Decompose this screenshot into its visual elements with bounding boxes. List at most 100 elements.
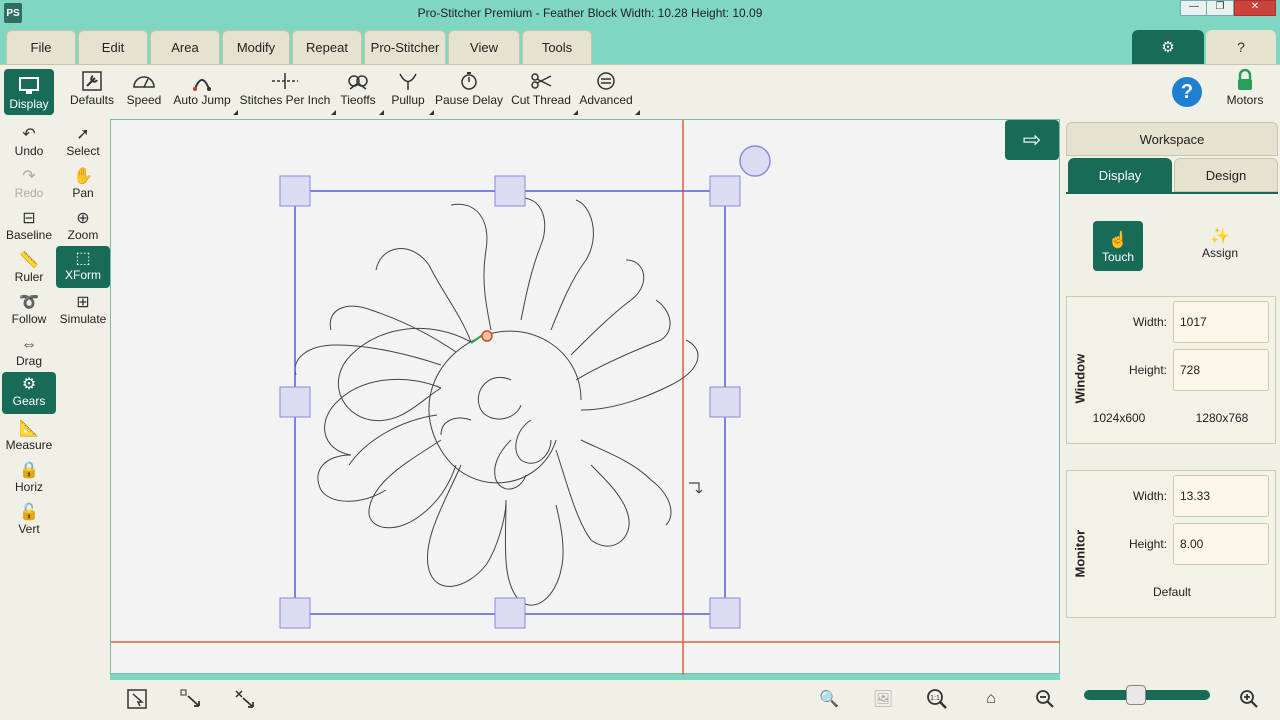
minimize-button[interactable]: — bbox=[1180, 0, 1208, 16]
measure-label: Measure bbox=[5, 438, 53, 452]
tab-tools[interactable]: Tools bbox=[522, 30, 592, 64]
touch-button[interactable]: ☝ Touch bbox=[1093, 221, 1143, 271]
touch-label: Touch bbox=[1101, 250, 1135, 264]
auto-jump-button[interactable]: Auto Jump bbox=[172, 65, 238, 119]
toolbar: Display Defaults Speed Auto Jump Stitche… bbox=[0, 64, 1280, 119]
pullup-icon bbox=[397, 65, 419, 91]
gears-button[interactable]: ⚙ Gears bbox=[2, 372, 56, 414]
tab-file[interactable]: File bbox=[6, 30, 76, 64]
pan-button[interactable]: ✋ Pan bbox=[58, 164, 108, 204]
window-height-label: Height: bbox=[1128, 363, 1167, 377]
cut-thread-label: Cut Thread bbox=[511, 93, 571, 107]
pause-delay-button[interactable]: Pause Delay bbox=[434, 65, 504, 119]
zoom-in-icon[interactable] bbox=[1234, 684, 1264, 714]
motors-button[interactable]: Motors bbox=[1222, 65, 1268, 119]
window-width-field[interactable]: 1017 bbox=[1173, 301, 1269, 343]
stitches-per-inch-button[interactable]: Stitches Per Inch bbox=[240, 65, 336, 119]
settings-tab[interactable]: ⚙ bbox=[1132, 30, 1204, 64]
zoom-to-quilt-icon[interactable]: 🔍 bbox=[814, 684, 844, 714]
home-icon[interactable]: ⌂ bbox=[976, 684, 1006, 714]
monitor-height-field[interactable]: 8.00 bbox=[1173, 523, 1269, 565]
display-button[interactable]: Display bbox=[4, 69, 54, 115]
lock-icon: 🔒 bbox=[19, 462, 39, 479]
design-canvas[interactable] bbox=[110, 119, 1061, 675]
zoom-to-image-icon[interactable]: 🖼 bbox=[868, 684, 898, 714]
defaults-button[interactable]: Defaults bbox=[66, 65, 118, 119]
defaults-label: Defaults bbox=[69, 93, 115, 107]
feather-block-design bbox=[294, 197, 699, 606]
tab-edit[interactable]: Edit bbox=[78, 30, 148, 64]
tab-area[interactable]: Area bbox=[150, 30, 220, 64]
gears-label: Gears bbox=[12, 394, 46, 408]
ruler-button[interactable]: 📏 Ruler bbox=[4, 248, 54, 288]
hand-icon: ✋ bbox=[73, 168, 93, 185]
default-button[interactable]: Default bbox=[1137, 585, 1207, 599]
select-next-icon[interactable] bbox=[176, 684, 206, 714]
select-all-icon[interactable] bbox=[230, 684, 260, 714]
advanced-label: Advanced bbox=[579, 93, 633, 107]
window-group: Window Width: 1017 Height: 728 1024x600 … bbox=[1066, 296, 1276, 444]
undo-button[interactable]: ↶ Undo bbox=[4, 122, 54, 162]
redo-label: Redo bbox=[14, 186, 44, 200]
monitor-width-label: Width: bbox=[1132, 489, 1167, 503]
tab-repeat[interactable]: Repeat bbox=[292, 30, 362, 64]
tab-modify[interactable]: Modify bbox=[222, 30, 290, 64]
xform-icon: ⬚ bbox=[75, 250, 91, 267]
close-button[interactable]: ✕ bbox=[1234, 0, 1276, 16]
zoom-button[interactable]: ⊕ Zoom bbox=[58, 206, 108, 246]
tieoffs-button[interactable]: Tieoffs bbox=[338, 65, 384, 119]
follow-button[interactable]: ➰ Follow bbox=[4, 290, 54, 330]
tab-pro-stitcher[interactable]: Pro-Stitcher bbox=[364, 30, 446, 64]
baseline-label: Baseline bbox=[5, 228, 53, 242]
xform-label: XForm bbox=[65, 268, 101, 282]
assign-button[interactable]: ✨ Assign bbox=[1195, 224, 1245, 270]
baseline-icon: ⊟ bbox=[22, 210, 36, 227]
preset-1024x600-button[interactable]: 1024x600 bbox=[1089, 411, 1149, 425]
monitor-width-field[interactable]: 13.33 bbox=[1173, 475, 1269, 517]
window-height-field[interactable]: 728 bbox=[1173, 349, 1269, 391]
collapse-panel-arrow-icon[interactable]: ⇨ bbox=[1005, 120, 1059, 160]
window-group-title: Window bbox=[1072, 353, 1088, 404]
tab-view[interactable]: View bbox=[448, 30, 520, 64]
ruler-label: Ruler bbox=[14, 270, 44, 284]
zoom-out-icon[interactable] bbox=[1030, 684, 1060, 714]
measure-button[interactable]: 📐 Measure bbox=[4, 416, 54, 456]
pause-delay-label: Pause Delay bbox=[434, 93, 504, 107]
vert-lock-button[interactable]: 🔓 Vert bbox=[4, 500, 54, 540]
workspace-tab[interactable]: Workspace bbox=[1066, 122, 1278, 156]
dropdown-indicator-icon bbox=[635, 110, 640, 115]
tab-design[interactable]: Design bbox=[1174, 158, 1278, 192]
quilt-design-svg bbox=[111, 120, 1061, 675]
maximize-button[interactable]: ❐ bbox=[1206, 0, 1234, 16]
assign-label: Assign bbox=[1201, 246, 1239, 260]
help-icon[interactable]: ? bbox=[1172, 77, 1202, 107]
horiz-lock-button[interactable]: 🔒 Horiz bbox=[4, 458, 54, 498]
redo-button[interactable]: ↷ Redo bbox=[4, 164, 54, 204]
zoom-slider-thumb[interactable] bbox=[1126, 685, 1146, 705]
zoom-slider-track[interactable] bbox=[1084, 690, 1210, 700]
select-label: Select bbox=[66, 144, 100, 158]
zoom-1-to-1-icon[interactable]: 1:1 bbox=[922, 684, 952, 714]
undo-icon: ↶ bbox=[22, 126, 36, 143]
motors-label: Motors bbox=[1226, 93, 1264, 107]
select-button[interactable]: ➚ Select bbox=[58, 122, 108, 162]
xform-button[interactable]: ⬚ XForm bbox=[56, 246, 110, 288]
tab-display[interactable]: Display bbox=[1068, 158, 1172, 192]
window-width-label: Width: bbox=[1132, 315, 1167, 329]
display-label: Display bbox=[9, 97, 49, 111]
speed-button[interactable]: Speed bbox=[122, 65, 166, 119]
zoom-label: Zoom bbox=[67, 228, 99, 242]
advanced-button[interactable]: Advanced bbox=[578, 65, 640, 119]
select-arrow-icon[interactable] bbox=[122, 684, 152, 714]
cut-thread-button[interactable]: Cut Thread bbox=[510, 65, 578, 119]
help-tab[interactable]: ? bbox=[1206, 30, 1276, 64]
pullup-button[interactable]: Pullup bbox=[388, 65, 434, 119]
baseline-button[interactable]: ⊟ Baseline bbox=[4, 206, 54, 246]
tab-underline bbox=[1066, 192, 1278, 194]
pan-label: Pan bbox=[72, 186, 94, 200]
right-panel: Workspace Display Design ☝ Touch ✨ Assig… bbox=[1060, 118, 1280, 680]
simulate-button[interactable]: ⊞ Simulate bbox=[58, 290, 108, 330]
stitch-length-icon bbox=[270, 65, 300, 91]
drag-button[interactable]: ⇔ Drag bbox=[4, 332, 54, 372]
preset-1280x768-button[interactable]: 1280x768 bbox=[1191, 411, 1253, 425]
